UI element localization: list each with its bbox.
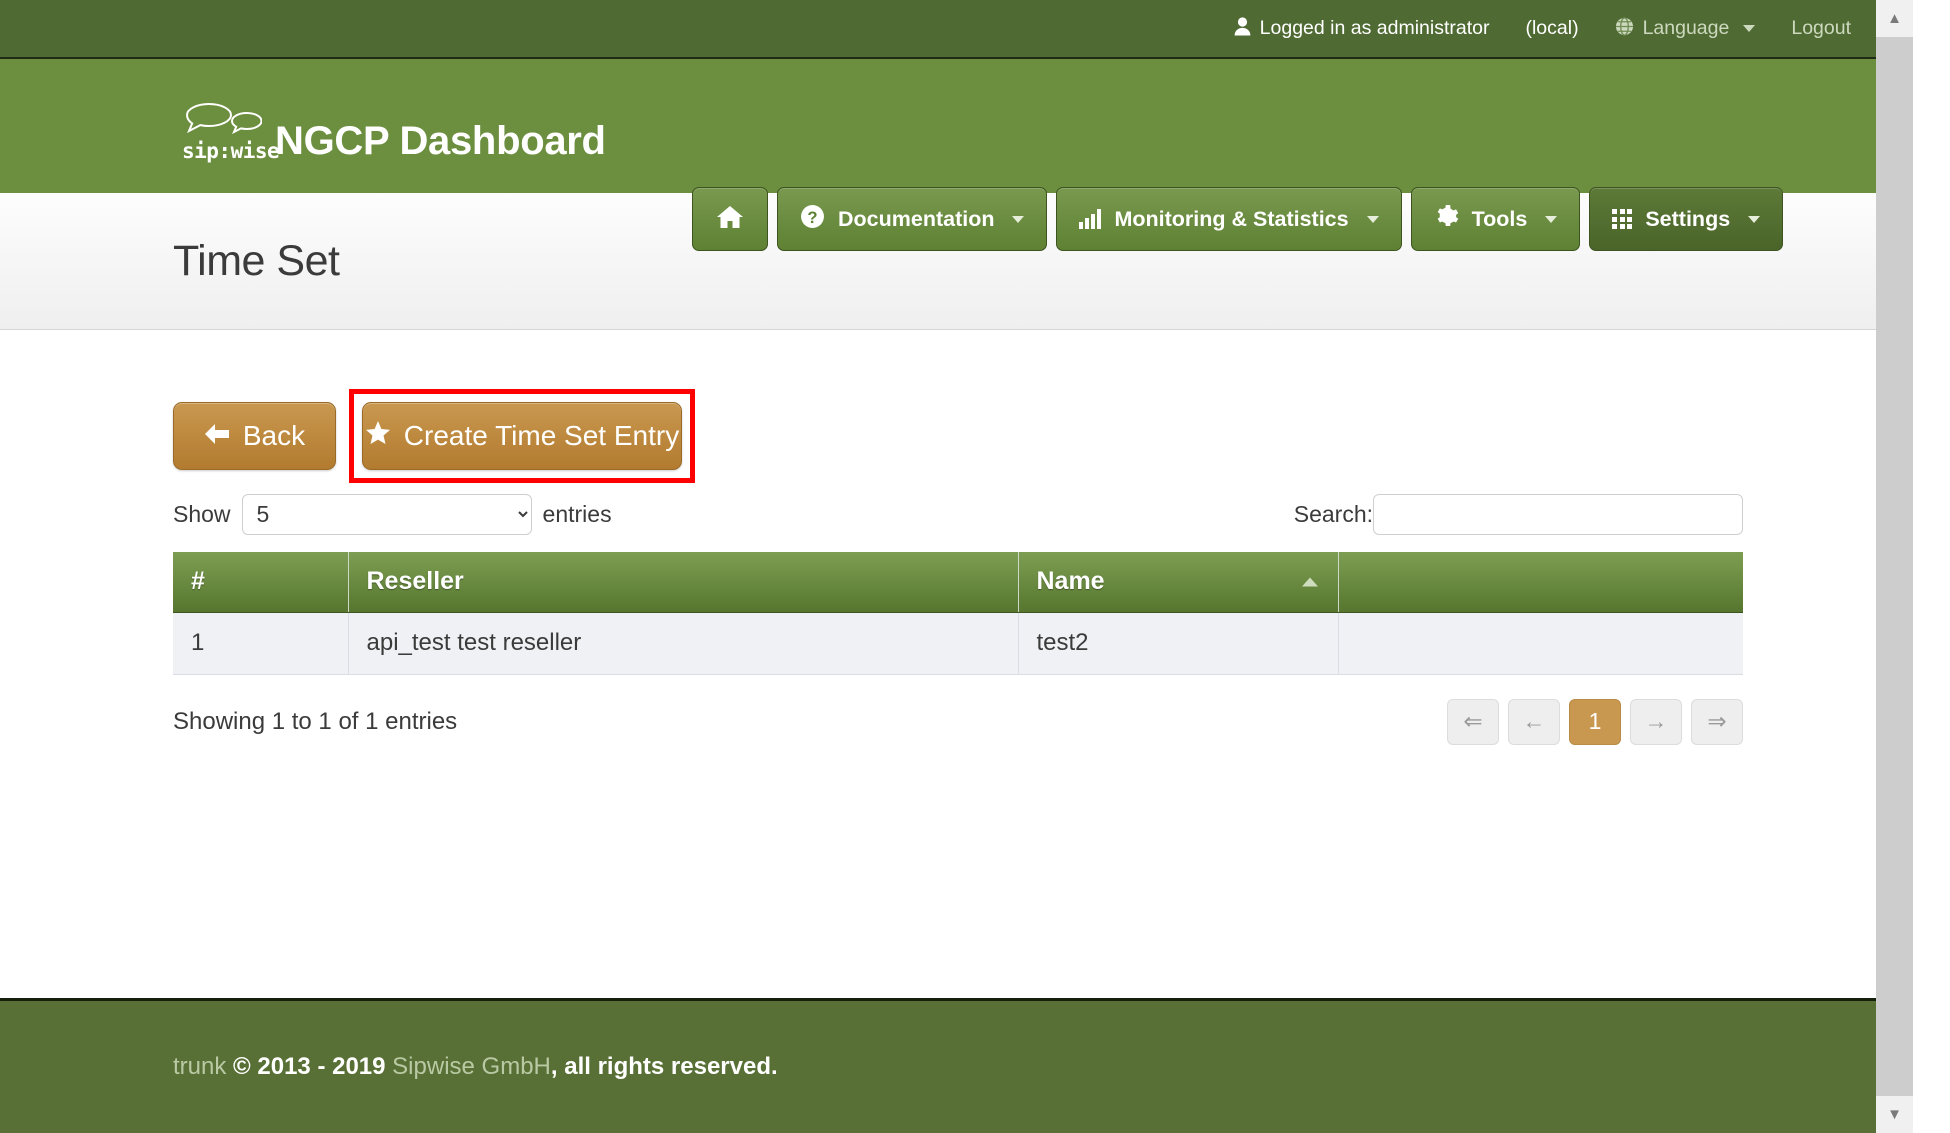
bar-chart-icon: [1079, 209, 1101, 229]
star-icon: [365, 421, 391, 451]
table-row[interactable]: 1 api_test test reseller test2: [173, 612, 1743, 674]
pagination-last[interactable]: ⇒: [1691, 699, 1743, 745]
column-header-reseller-label: Reseller: [367, 567, 464, 595]
sort-ascending-icon: [1302, 577, 1318, 586]
column-header-actions[interactable]: [1338, 552, 1743, 612]
pagination-previous[interactable]: ←: [1508, 699, 1560, 745]
nav-settings[interactable]: Settings: [1589, 187, 1783, 251]
site-header: sip:wise NGCP Dashboard ? Documentation: [0, 59, 1913, 193]
grid-icon: [1612, 209, 1632, 229]
page-root: Logged in as administrator (local) Langu…: [0, 0, 1913, 1133]
action-button-row: Back Create Time Set Entry: [173, 392, 1743, 480]
domain-label: (local): [1525, 17, 1578, 40]
scrollbar-thumb[interactable]: [1876, 37, 1913, 1096]
search-input[interactable]: [1373, 494, 1743, 535]
language-menu[interactable]: Language: [1615, 17, 1756, 41]
chevron-down-icon: [1545, 216, 1557, 223]
language-label: Language: [1643, 17, 1730, 40]
create-time-set-entry-button[interactable]: Create Time Set Entry: [362, 402, 682, 470]
chevron-down-icon: [1012, 216, 1024, 223]
logged-in-status: Logged in as administrator: [1234, 17, 1490, 41]
pagination-page-1[interactable]: 1: [1569, 699, 1621, 745]
footer-version: trunk: [173, 1053, 226, 1080]
table-body: 1 api_test test reseller test2: [173, 612, 1743, 674]
cell-actions: [1338, 612, 1743, 674]
nav-documentation-label: Documentation: [838, 207, 994, 232]
speech-bubbles-icon: sip:wise: [180, 101, 262, 163]
table-footer-row: Showing 1 to 1 of 1 entries ⇐←1→⇒: [173, 697, 1743, 747]
browser-scrollbar[interactable]: ▲ ▼: [1876, 0, 1913, 1133]
nav-tools[interactable]: Tools: [1411, 187, 1581, 251]
nav-settings-label: Settings: [1645, 207, 1730, 232]
cell-reseller: api_test test reseller: [348, 612, 1018, 674]
chevron-up-icon[interactable]: ▲: [1876, 0, 1913, 37]
show-label: Show: [173, 501, 231, 528]
svg-text:?: ?: [807, 208, 817, 227]
nav-tools-label: Tools: [1472, 207, 1528, 232]
table-controls-row: Show 5102550100 entries Search:: [173, 490, 1743, 538]
brand-sipwise-text: sip:wise: [182, 139, 279, 163]
cell-name: test2: [1018, 612, 1338, 674]
pagination-next[interactable]: →: [1630, 699, 1682, 745]
nav-documentation[interactable]: ? Documentation: [777, 187, 1047, 251]
pagination-first[interactable]: ⇐: [1447, 699, 1499, 745]
globe-icon: [1615, 17, 1634, 41]
site-footer: trunk © 2013 - 2019 Sipwise GmbH, all ri…: [0, 998, 1913, 1133]
user-icon: [1234, 17, 1251, 41]
arrow-left-icon: [204, 422, 230, 450]
page-title: Time Set: [173, 237, 339, 286]
create-button-highlight: Create Time Set Entry: [349, 389, 695, 483]
logout-link[interactable]: Logout: [1791, 17, 1851, 40]
chevron-down-icon: [1743, 25, 1755, 32]
footer-rights: , all rights reserved.: [551, 1053, 778, 1080]
chevron-down-icon: [1748, 216, 1760, 223]
search-label: Search:: [1294, 501, 1373, 528]
table-head: # Reseller Name: [173, 552, 1743, 612]
logged-in-label: Logged in as administrator: [1260, 17, 1490, 40]
search-control: Search:: [1294, 494, 1743, 535]
logout-label: Logout: [1791, 17, 1851, 40]
question-circle-icon: ?: [800, 204, 825, 234]
footer-copyright: © 2013 - 2019: [233, 1053, 385, 1080]
main-navigation: ? Documentation Monitoring & Statistics …: [692, 187, 1783, 251]
chevron-down-icon[interactable]: ▼: [1876, 1096, 1913, 1133]
column-header-name-label: Name: [1037, 567, 1105, 595]
domain-label-wrap: (local): [1525, 17, 1578, 40]
page-length-control: Show 5102550100 entries: [173, 494, 612, 535]
brand-logo[interactable]: sip:wise NGCP Dashboard: [180, 89, 606, 163]
home-icon: [717, 205, 743, 234]
back-button[interactable]: Back: [173, 402, 336, 470]
column-header-number[interactable]: #: [173, 552, 348, 612]
time-set-table: # Reseller Name: [173, 552, 1743, 675]
column-header-reseller[interactable]: Reseller: [348, 552, 1018, 612]
nav-home[interactable]: [692, 187, 768, 251]
footer-company[interactable]: Sipwise GmbH: [392, 1053, 551, 1080]
back-button-label: Back: [243, 420, 305, 452]
nav-monitoring-statistics-label: Monitoring & Statistics: [1114, 207, 1348, 232]
pagination: ⇐←1→⇒: [1447, 699, 1743, 745]
content-area: Back Create Time Set Entry Show 51025501…: [0, 330, 1913, 976]
chevron-down-icon: [1367, 216, 1379, 223]
cell-number: 1: [173, 612, 348, 674]
column-header-name[interactable]: Name: [1018, 552, 1338, 612]
content-inner: Back Create Time Set Entry Show 51025501…: [173, 392, 1743, 747]
brand-title: NGCP Dashboard: [275, 121, 606, 163]
column-header-number-label: #: [191, 567, 205, 595]
table-info: Showing 1 to 1 of 1 entries: [173, 708, 457, 736]
entries-label: entries: [543, 501, 612, 528]
gear-icon: [1434, 204, 1459, 234]
table-header-row: # Reseller Name: [173, 552, 1743, 612]
top-utility-bar: Logged in as administrator (local) Langu…: [0, 0, 1913, 59]
footer-text: trunk © 2013 - 2019 Sipwise GmbH, all ri…: [173, 1053, 778, 1081]
page-length-select[interactable]: 5102550100: [242, 494, 532, 535]
nav-monitoring-statistics[interactable]: Monitoring & Statistics: [1056, 187, 1401, 251]
